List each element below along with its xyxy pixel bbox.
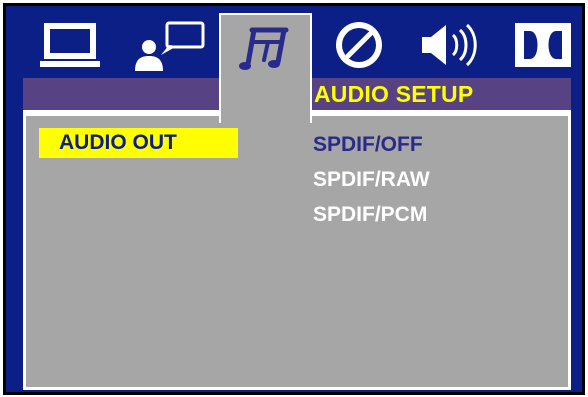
dolby-icon [515, 23, 571, 67]
option-spdif-pcm[interactable]: SPDIF/PCM [313, 201, 427, 229]
audio-out-setting[interactable]: AUDIO OUT [39, 128, 238, 158]
speaker-icon [422, 23, 477, 67]
speech-person-icon [135, 21, 205, 71]
section-title: AUDIO SETUP [314, 81, 474, 107]
tab-general[interactable] [30, 16, 110, 74]
tab-audio[interactable] [219, 13, 312, 123]
tab-speech[interactable] [123, 16, 211, 74]
disc-icon [336, 22, 382, 68]
option-spdif-off[interactable]: SPDIF/OFF [313, 131, 423, 159]
tab-video[interactable] [324, 16, 394, 74]
setup-screen: AUDIO SETUP AUDIO OUT SPDIF/OFF SPDIF/RA… [3, 3, 585, 395]
tab-speaker[interactable] [411, 16, 491, 74]
monitor-icon [40, 23, 100, 67]
music-note-icon [238, 27, 288, 70]
option-spdif-raw[interactable]: SPDIF/RAW [313, 166, 430, 194]
tab-dolby[interactable] [506, 16, 580, 74]
